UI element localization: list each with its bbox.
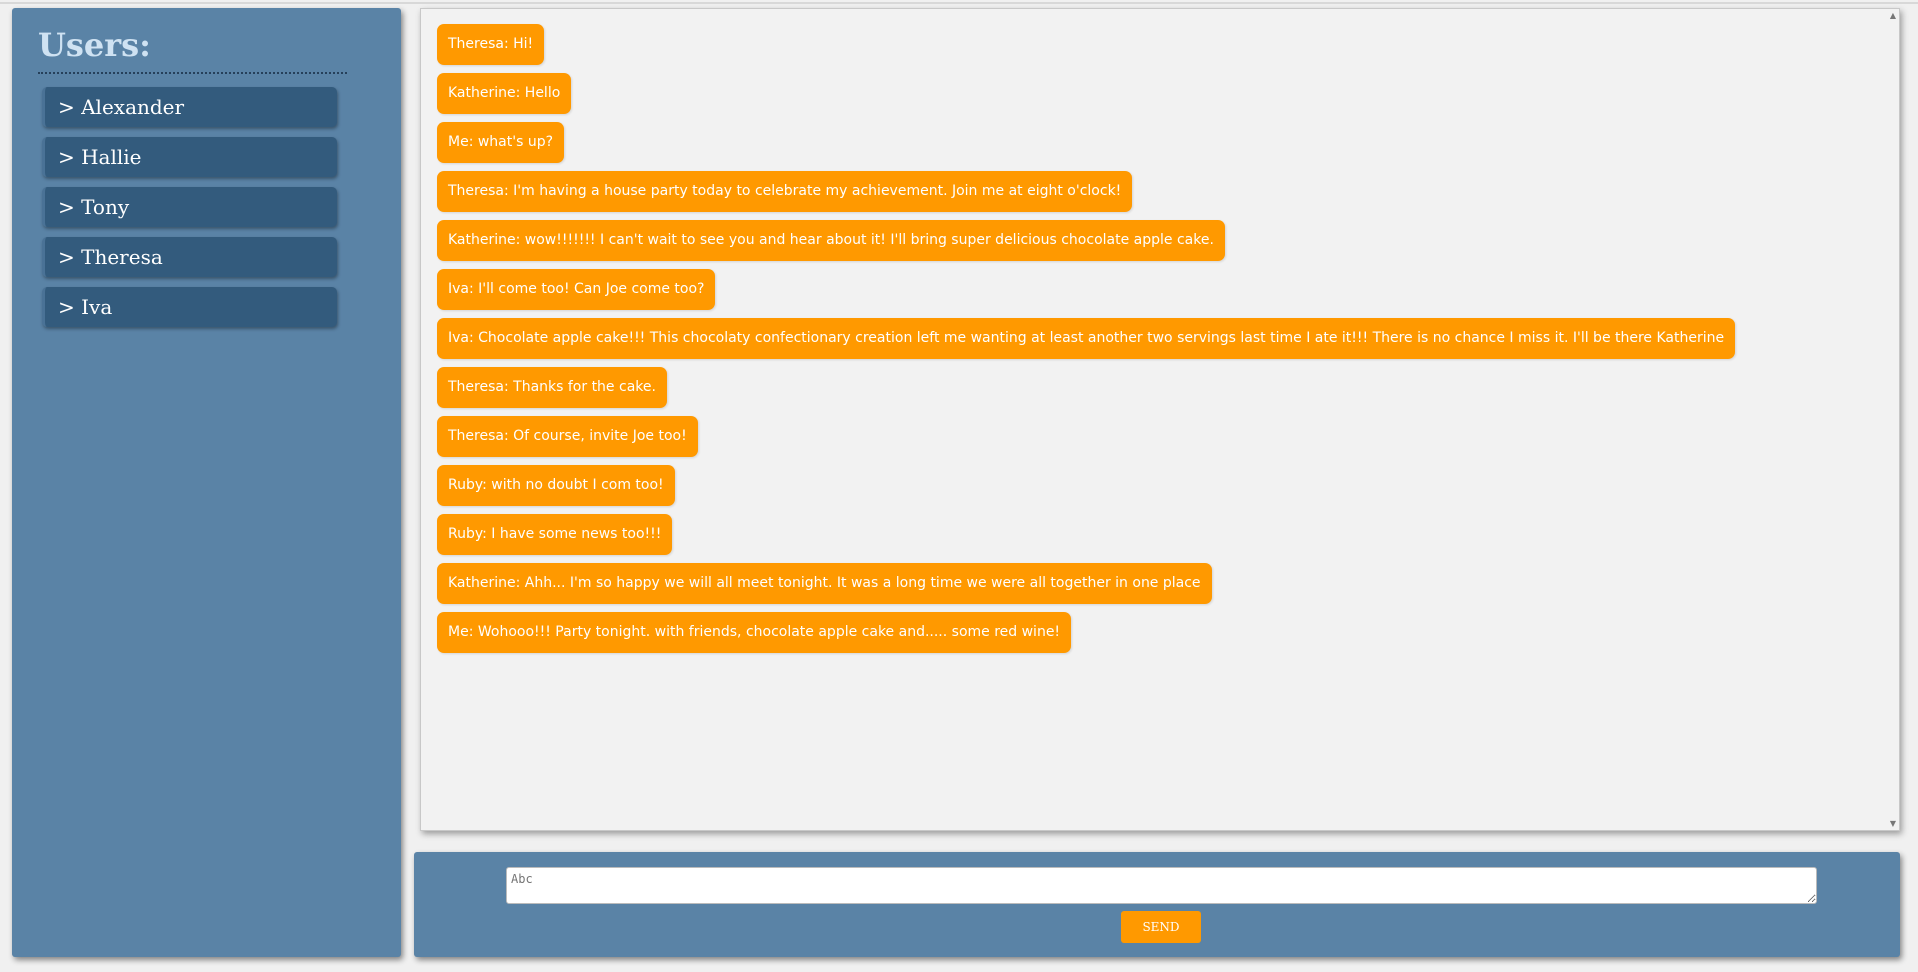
chat-message: Me: Wohooo!!! Party tonight. with friend… <box>437 612 1072 653</box>
chat-message: Theresa: Hi! <box>437 24 545 65</box>
message-input[interactable] <box>506 867 1817 904</box>
user-item-hallie[interactable]: > Hallie <box>42 137 337 177</box>
chat-message: Me: what's up? <box>437 122 565 163</box>
users-sidebar: Users: > Alexander > Hallie > Tony > The… <box>12 8 401 957</box>
chat-message: Iva: Chocolate apple cake!!! This chocol… <box>437 318 1736 359</box>
chat-message: Theresa: Thanks for the cake. <box>437 367 667 408</box>
user-list: > Alexander > Hallie > Tony > Theresa > … <box>42 87 337 337</box>
send-button[interactable]: SEND <box>1121 911 1201 943</box>
message-list: Theresa: Hi! Katherine: Hello Me: what's… <box>437 24 1877 661</box>
chat-message: Katherine: Hello <box>437 73 572 114</box>
chat-message: Theresa: Of course, invite Joe too! <box>437 416 698 457</box>
chat-message: Katherine: Ahh... I'm so happy we will a… <box>437 563 1212 604</box>
top-divider-line <box>0 2 1918 4</box>
user-item-theresa[interactable]: > Theresa <box>42 237 337 277</box>
users-heading-divider <box>38 72 347 74</box>
scroll-down-arrow-icon[interactable]: ▼ <box>1890 819 1896 828</box>
chat-message: Katherine: wow!!!!!!! I can't wait to se… <box>437 220 1225 261</box>
user-item-iva[interactable]: > Iva <box>42 287 337 327</box>
compose-bar: SEND <box>414 852 1900 957</box>
chat-message: Ruby: I have some news too!!! <box>437 514 673 555</box>
user-item-alexander[interactable]: > Alexander <box>42 87 337 127</box>
user-item-tony[interactable]: > Tony <box>42 187 337 227</box>
scroll-up-arrow-icon[interactable]: ▲ <box>1890 11 1896 20</box>
chat-messages-panel[interactable]: ▲ Theresa: Hi! Katherine: Hello Me: what… <box>420 8 1900 831</box>
chat-message: Ruby: with no doubt I com too! <box>437 465 675 506</box>
users-heading: Users: <box>38 26 151 64</box>
chat-message: Iva: I'll come too! Can Joe come too? <box>437 269 716 310</box>
chat-message: Theresa: I'm having a house party today … <box>437 171 1133 212</box>
